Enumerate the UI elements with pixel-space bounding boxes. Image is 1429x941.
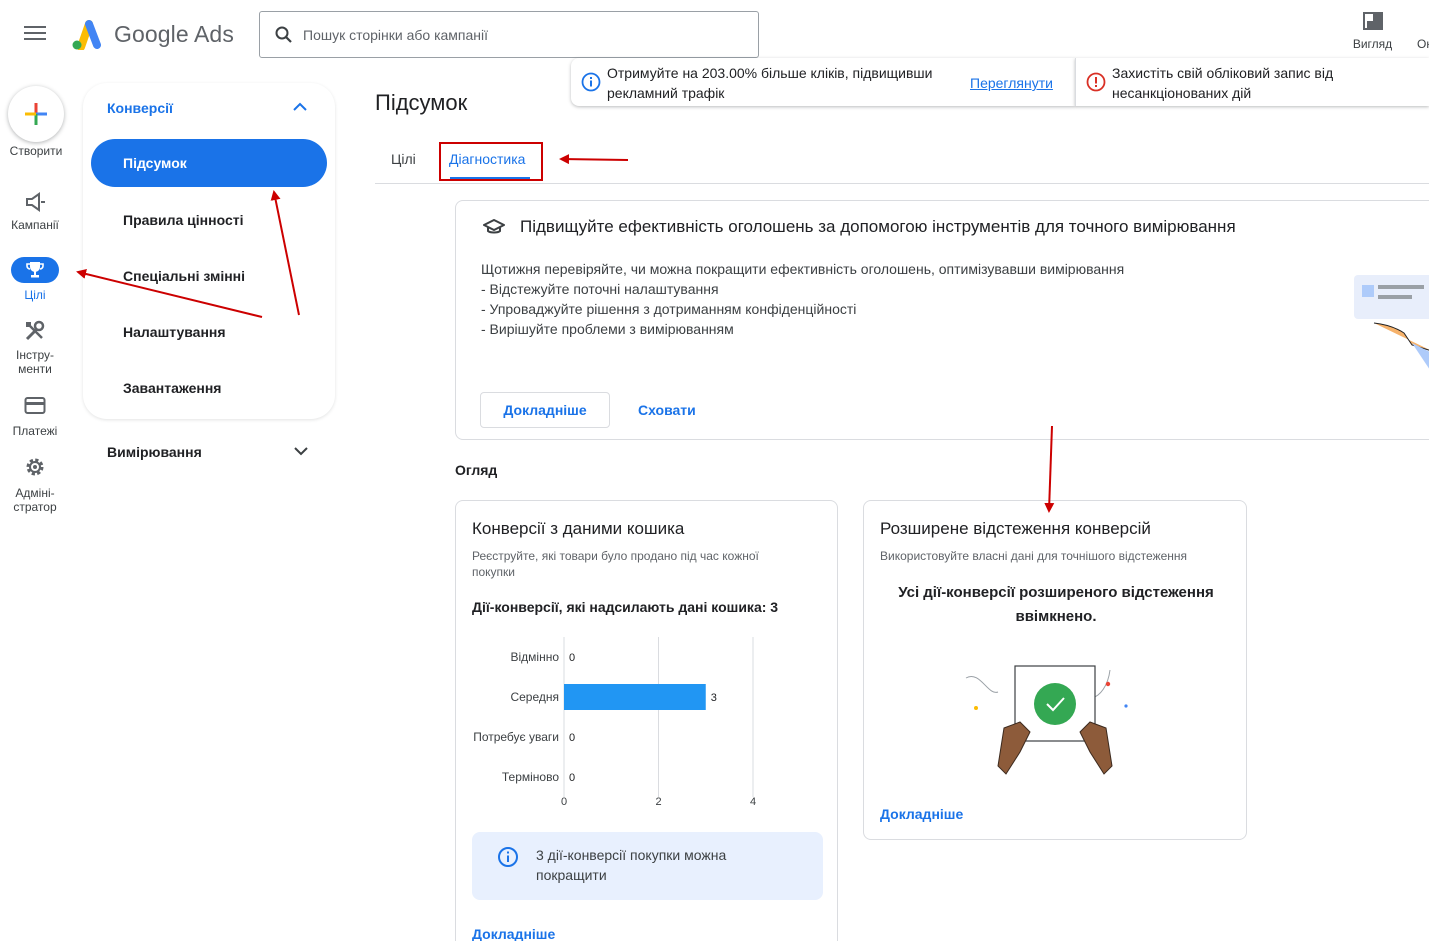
annotation-arrows — [76, 154, 1055, 513]
